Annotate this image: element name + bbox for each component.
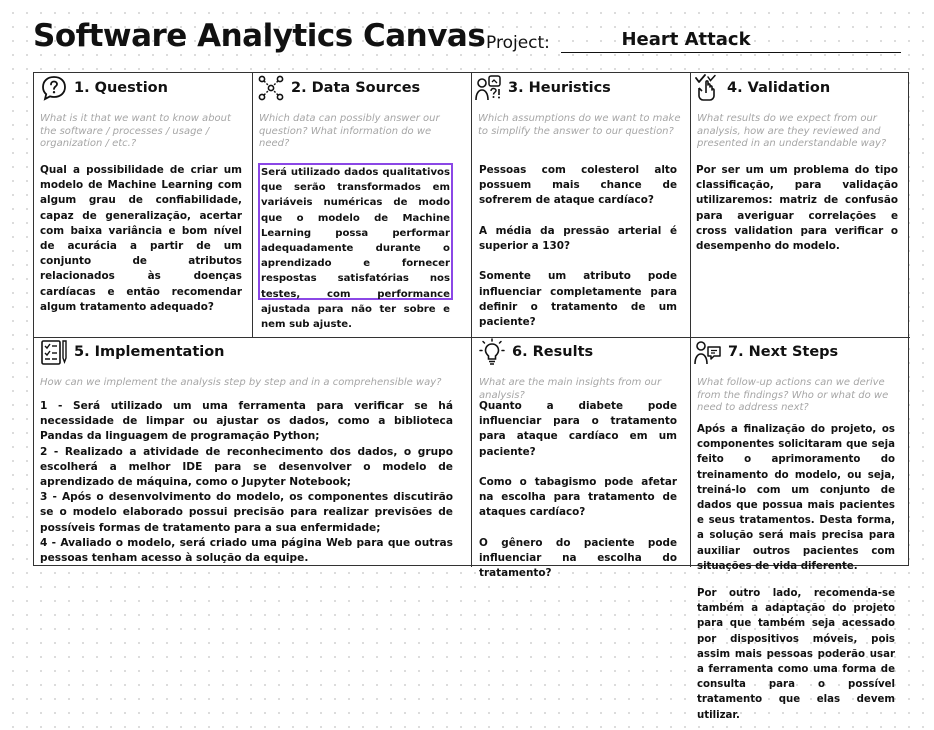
list-item: Quanto a diabete pode influenciar para o…	[479, 400, 677, 458]
section-title: 4. Validation	[727, 80, 831, 96]
section-title: 1. Question	[74, 80, 168, 96]
list-item: 2 - Realizado a atividade de reconhecime…	[40, 445, 453, 489]
list-item: Somente um atributo pode influenciar com…	[479, 270, 677, 328]
divider	[690, 73, 691, 567]
section-header-next-steps: 7. Next Steps	[694, 338, 838, 366]
question-bubble-icon	[42, 76, 66, 101]
overflow-text: Por outro lado, recomenda-se também a ad…	[697, 588, 895, 721]
section-body: Após a finalização do projeto, os compon…	[697, 424, 895, 572]
list-item: Como o tabagismo pode afetar na escolha …	[479, 476, 677, 519]
section-header-heuristics: 3. Heuristics	[474, 74, 611, 102]
project-label: Project:	[486, 33, 550, 53]
section-hint: What follow-up actions can we derive fro…	[697, 377, 889, 413]
hand-checkmark-icon	[695, 74, 716, 101]
section-hint: Which assumptions do we want to make to …	[478, 113, 681, 137]
section-body: Por ser um um problema do tipo classific…	[696, 164, 898, 253]
section-hint: How can we implement the analysis step b…	[40, 377, 442, 388]
section-header-question: 1. Question	[40, 74, 168, 102]
person-speech-icon	[694, 341, 721, 365]
section-title: 2. Data Sources	[291, 80, 421, 96]
divider	[471, 73, 472, 567]
section-title: 3. Heuristics	[508, 80, 611, 96]
section-body: Será utilizado dados qualitativos que se…	[258, 163, 453, 330]
list-item: 3 - Após o desenvolvimento do modelo, os…	[40, 491, 453, 534]
section-title: 6. Results	[512, 344, 594, 360]
list-item: Pessoas com colesterol alto possuem mais…	[479, 164, 677, 207]
divider	[252, 73, 253, 337]
section-hint: Which data can possibly answer our quest…	[259, 113, 440, 149]
checklist-icon	[41, 340, 67, 365]
network-nodes-icon	[258, 75, 284, 101]
list-item: 1 - Será utilizado um uma ferramenta par…	[40, 400, 453, 443]
list-item: O gênero do paciente pode influenciar na…	[479, 536, 677, 580]
section-header-results: 6. Results	[478, 338, 593, 366]
heuristics-list: Pessoas com colesterol alto possuem mais…	[479, 163, 677, 330]
section-body: Qual a possibilidade de criar um modelo …	[40, 164, 242, 313]
section-hint: What results do we expect from our analy…	[697, 113, 887, 149]
page-title: Software Analytics Canvas	[33, 18, 486, 54]
implementation-list: 1 - Será utilizado um uma ferramenta par…	[40, 399, 453, 566]
section-header-validation: 4. Validation	[693, 74, 830, 102]
section-header-implementation: 5. Implementation	[40, 338, 225, 366]
section-title: 5. Implementation	[74, 344, 225, 360]
project-underline	[561, 52, 901, 53]
lightbulb-icon	[479, 338, 505, 365]
list-item: A média da pressão arterial é superior a…	[479, 224, 677, 252]
project-name: Heart Attack	[621, 29, 751, 50]
thinking-person-icon	[475, 75, 501, 101]
section-hint: What is it that we want to know about th…	[40, 113, 231, 149]
results-list: Quanto a diabete pode influenciar para o…	[479, 399, 677, 581]
section-title: 7. Next Steps	[728, 344, 839, 360]
section-header-data-sources: 2. Data Sources	[257, 74, 420, 102]
list-item: 4 - Avaliado o modelo, será criado uma p…	[40, 536, 453, 565]
